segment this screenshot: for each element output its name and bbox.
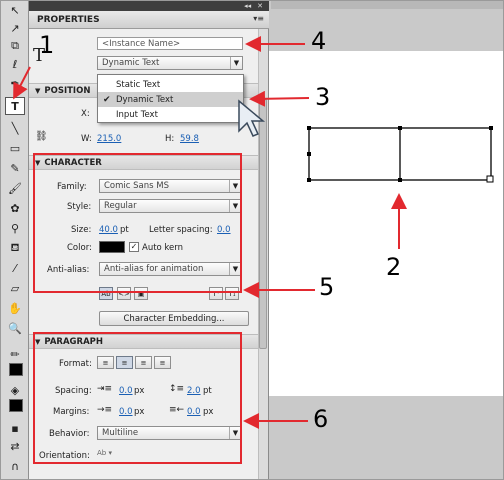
fill-color-icon[interactable]: ◈ [5,381,25,399]
document-tab-strip [271,1,503,9]
swap-colors-icon[interactable]: ⇄ [5,437,25,455]
h-label: H: [165,134,175,144]
callout-4: 4 [311,27,327,55]
free-transform-tool-icon[interactable]: ⧉ [5,37,25,55]
stage-canvas[interactable] [269,51,503,396]
character-embedding-label: Character Embedding... [123,313,225,324]
eyedropper-tool-icon[interactable]: ⁄ [5,259,25,277]
option-label: Input Text [116,109,158,120]
mouse-cursor-icon [238,99,266,137]
callout-3: 3 [315,83,331,111]
character-embedding-button[interactable]: Character Embedding... [99,311,249,326]
position-heading: POSITION [44,85,91,96]
text-resize-handle[interactable] [486,175,494,183]
deco-tool-icon[interactable]: ✿ [5,199,25,217]
resize-handle[interactable] [307,152,311,156]
stroke-color-icon[interactable]: ✏ [5,345,25,363]
checkmark-icon: ✔ [103,94,111,105]
character-highlight-box [33,153,242,293]
dropdown-option-dynamic-text[interactable]: ✔ Dynamic Text [98,92,243,107]
lock-width-height-icon[interactable]: ⛓ [35,131,48,142]
resize-handle[interactable] [398,126,402,130]
panel-title-bar: ◂◂ ✕ [29,1,269,11]
option-label: Static Text [116,79,161,90]
callout-1: 1 [39,31,55,59]
flash-properties-screenshot: ↖ ↗ ⧉ ℓ ✒ T ╲ ▭ ✎ 🖌 ✿ ⚲ ⛾ ⁄ ▱ ✋ 🔍 ✏ ◈ ▪ … [0,0,504,480]
subselection-tool-icon[interactable]: ↗ [5,19,25,37]
callout-5: 5 [319,273,335,301]
hand-tool-icon[interactable]: ✋ [5,299,25,317]
tools-panel: ↖ ↗ ⧉ ℓ ✒ T ╲ ▭ ✎ 🖌 ✿ ⚲ ⛾ ⁄ ▱ ✋ 🔍 ✏ ◈ ▪ … [1,1,29,479]
bone-tool-icon[interactable]: ⚲ [5,219,25,237]
chevron-down-icon: ▼ [230,57,242,69]
line-tool-icon[interactable]: ╲ [5,119,25,137]
paint-bucket-tool-icon[interactable]: ⛾ [5,239,25,257]
black-white-icon[interactable]: ▪ [5,419,25,437]
instance-name-field[interactable]: <Instance Name> [97,37,243,50]
pen-tool-icon[interactable]: ✒ [5,74,25,92]
zoom-tool-icon[interactable]: 🔍 [5,319,25,337]
panel-tab[interactable]: PROPERTIES [29,11,269,29]
rectangle-tool-icon[interactable]: ▭ [5,139,25,157]
eraser-tool-icon[interactable]: ▱ [5,279,25,297]
resize-handle[interactable] [307,178,311,182]
panel-scrollbar[interactable] [258,29,268,479]
snap-to-objects-icon[interactable]: ∩ [5,457,25,475]
resize-handle[interactable] [398,178,402,182]
option-label: Dynamic Text [116,94,174,105]
dropdown-option-static-text[interactable]: Static Text [98,77,243,92]
instance-name-placeholder: <Instance Name> [102,38,181,49]
callout-6: 6 [313,405,329,433]
brush-tool-icon[interactable]: 🖌 [5,179,25,197]
panel-options-menu-icon[interactable]: ▾≡ [253,14,264,23]
paragraph-highlight-box [33,332,242,464]
resize-handle[interactable] [489,126,493,130]
callout-2: 2 [386,253,402,281]
lasso-tool-icon[interactable]: ℓ [5,55,25,73]
pencil-tool-icon[interactable]: ✎ [5,159,25,177]
text-tool-icon[interactable]: T [5,97,25,115]
selection-tool-icon[interactable]: ↖ [5,1,25,19]
collapse-triangle-icon: ▼ [35,86,41,95]
panel-title: PROPERTIES [37,14,100,25]
collapse-panel-icon[interactable]: ◂◂ [244,2,251,10]
close-panel-icon[interactable]: ✕ [257,2,263,10]
fill-color-swatch[interactable] [9,399,23,412]
w-label: W: [81,134,92,144]
text-type-select[interactable]: Dynamic Text ▼ [97,56,243,70]
text-tool-glyph: T [11,99,19,113]
stroke-color-swatch[interactable] [9,363,23,376]
dropdown-option-input-text[interactable]: Input Text [98,107,243,122]
text-field-on-stage[interactable] [301,121,501,191]
x-label: X: [81,109,90,119]
text-type-dropdown-list: Static Text ✔ Dynamic Text Input Text [97,74,244,123]
height-value[interactable]: 59.8 [180,134,199,144]
stage-pasteboard-bottom [269,396,503,479]
text-type-selected: Dynamic Text [102,58,160,68]
width-value[interactable]: 215.0 [97,134,121,144]
resize-handle[interactable] [307,126,311,130]
